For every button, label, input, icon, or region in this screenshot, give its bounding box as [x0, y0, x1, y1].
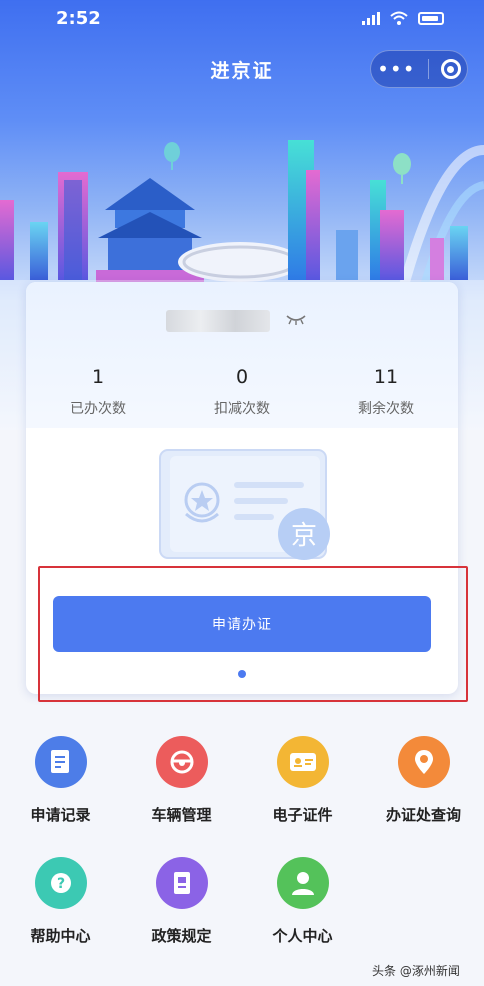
grid-item-vehicle-management[interactable]: 车辆管理: [121, 736, 242, 825]
status-bar: 2:52: [0, 0, 484, 36]
username-blurred: [166, 310, 270, 332]
steering-wheel-icon: [155, 736, 208, 788]
grid-label: 帮助中心: [30, 927, 91, 945]
grid-item-policy-rules[interactable]: 政策规定: [121, 857, 242, 946]
person-icon: [276, 857, 329, 909]
stat-remaining: 11 剩余次数: [314, 366, 458, 418]
more-icon[interactable]: •••: [377, 59, 415, 79]
function-grid: 申请记录 车辆管理 电子证件 办证处查询 ? 帮助中心 政策规定 个人中心: [0, 736, 484, 946]
stat-deducted: 0 扣减次数: [170, 366, 314, 418]
id-card-icon: [276, 736, 329, 788]
watermark: 头条 @涿州新闻: [372, 964, 460, 978]
capsule-divider: [427, 59, 429, 79]
svg-text:?: ?: [56, 876, 64, 892]
grid-item-personal-center[interactable]: 个人中心: [242, 857, 363, 946]
stat-label: 已办次数: [70, 401, 126, 417]
stat-done: 1 已办次数: [26, 366, 170, 418]
location-pin-icon: [397, 736, 450, 788]
license-illustration: 京: [159, 449, 330, 560]
close-mini-program-icon[interactable]: [440, 59, 461, 79]
stat-label: 剩余次数: [358, 401, 414, 417]
document-icon: [34, 736, 87, 788]
stat-value: 0: [235, 366, 249, 388]
grid-item-application-records[interactable]: 申请记录: [0, 736, 121, 825]
grid-label: 电子证件: [272, 806, 333, 824]
jing-badge-text: 京: [291, 521, 317, 551]
help-icon: ?: [34, 857, 87, 909]
grid-label: 政策规定: [151, 927, 212, 945]
signal-icon: [362, 11, 380, 25]
grid-label: 申请记录: [30, 806, 91, 824]
grid-item-office-lookup[interactable]: 办证处查询: [363, 736, 484, 825]
status-time: 2:52: [56, 7, 101, 29]
grid-label: 办证处查询: [385, 806, 461, 824]
mini-program-capsule[interactable]: •••: [370, 50, 468, 88]
battery-icon: [418, 11, 444, 25]
grid-item-e-certificate[interactable]: 电子证件: [242, 736, 363, 825]
grid-label: 车辆管理: [151, 806, 212, 824]
stat-label: 扣减次数: [214, 401, 270, 417]
wifi-icon: [390, 11, 408, 25]
stats-row: 1 已办次数 0 扣减次数 11 剩余次数: [26, 366, 458, 418]
stat-value: 1: [91, 366, 105, 388]
book-icon: [155, 857, 208, 909]
highlight-annotation: [38, 566, 468, 702]
grid-label: 个人中心: [272, 927, 333, 945]
grid-item-help-center[interactable]: ? 帮助中心: [0, 857, 121, 946]
status-icons: [362, 11, 444, 25]
eye-closed-icon[interactable]: [286, 314, 306, 326]
stat-value: 11: [373, 366, 399, 388]
